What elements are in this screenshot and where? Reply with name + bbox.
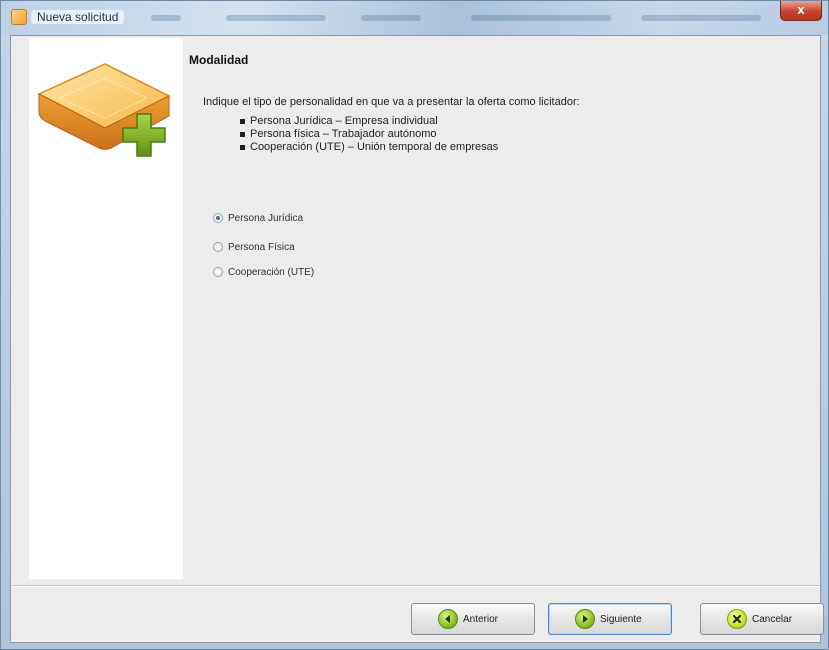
title-bar-decoration [361,15,421,21]
title-bar-decoration [151,15,181,21]
radio-button[interactable] [213,242,223,252]
window-title: Nueva solicitud [31,10,125,24]
app-icon [11,9,27,25]
list-item: Persona Jurídica – Empresa individual [239,115,498,128]
list-item: Persona física – Trabajador autónomo [239,128,498,141]
radio-persona-juridica[interactable]: Persona Jurídica [213,211,303,225]
x-icon [727,609,747,629]
radio-button-checked[interactable] [213,213,223,223]
cancel-button[interactable]: Cancelar [700,603,824,635]
side-panel [29,38,183,579]
radio-label[interactable]: Persona Jurídica [228,213,303,224]
next-button-label: Siguiente [600,613,642,625]
arrow-left-icon [438,609,458,629]
next-button[interactable]: Siguiente [548,603,672,635]
box-add-icon [37,63,171,157]
back-button[interactable]: Anterior [411,603,535,635]
footer-divider [11,585,820,586]
radio-button[interactable] [213,267,223,277]
arrow-right-icon [575,609,595,629]
radio-label[interactable]: Cooperación (UTE) [228,267,314,278]
cancel-button-label: Cancelar [752,613,793,625]
back-button-label: Anterior [463,613,499,625]
close-button[interactable]: x [780,1,822,21]
radio-persona-fisica[interactable]: Persona Física [213,240,295,254]
title-bar-decoration [641,15,761,21]
step-content: Modalidad Indique el tipo de personalida… [189,36,820,581]
list-item: Cooperación (UTE) – Unión temporal de em… [239,141,498,154]
modality-description-list: Persona Jurídica – Empresa individual Pe… [239,115,498,154]
dialog-window: Nueva solicitud x Modalidad Indique el t… [0,0,829,650]
instruction-text: Indique el tipo de personalidad en que v… [203,96,580,108]
radio-label[interactable]: Persona Física [228,242,295,253]
dialog-client-area: Modalidad Indique el tipo de personalida… [10,35,824,643]
page-title: Modalidad [189,53,249,67]
title-bar-decoration [471,15,611,21]
title-bar[interactable]: Nueva solicitud x [1,1,828,35]
title-bar-decoration [226,15,326,21]
radio-cooperacion-ute[interactable]: Cooperación (UTE) [213,265,314,279]
